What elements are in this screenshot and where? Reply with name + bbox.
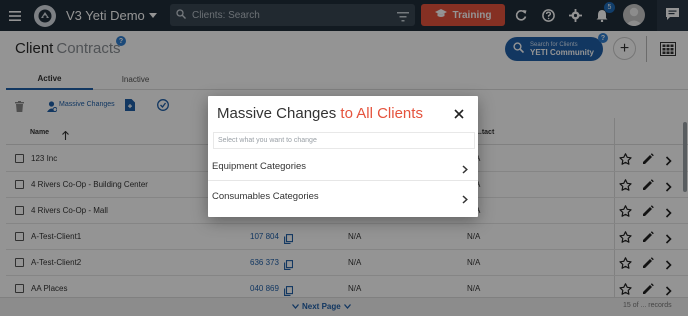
dialog-title-highlight: to All Clients [340, 105, 423, 122]
option-equipment-categories[interactable]: Equipment Categories [208, 151, 478, 181]
option-label: Consumables Categories [212, 191, 319, 202]
chevron-right-icon [462, 191, 468, 209]
chevron-right-icon [462, 161, 468, 179]
close-icon[interactable] [452, 107, 466, 121]
option-label: Equipment Categories [212, 161, 306, 172]
massive-changes-dialog: Massive Changes to All Clients Select wh… [208, 96, 478, 217]
option-consumables-categories[interactable]: Consumables Categories [208, 181, 478, 211]
dialog-title-main: Massive Changes [217, 105, 341, 122]
dialog-title: Massive Changes to All Clients [217, 105, 423, 122]
dialog-hint: Select what you want to change [213, 132, 475, 149]
